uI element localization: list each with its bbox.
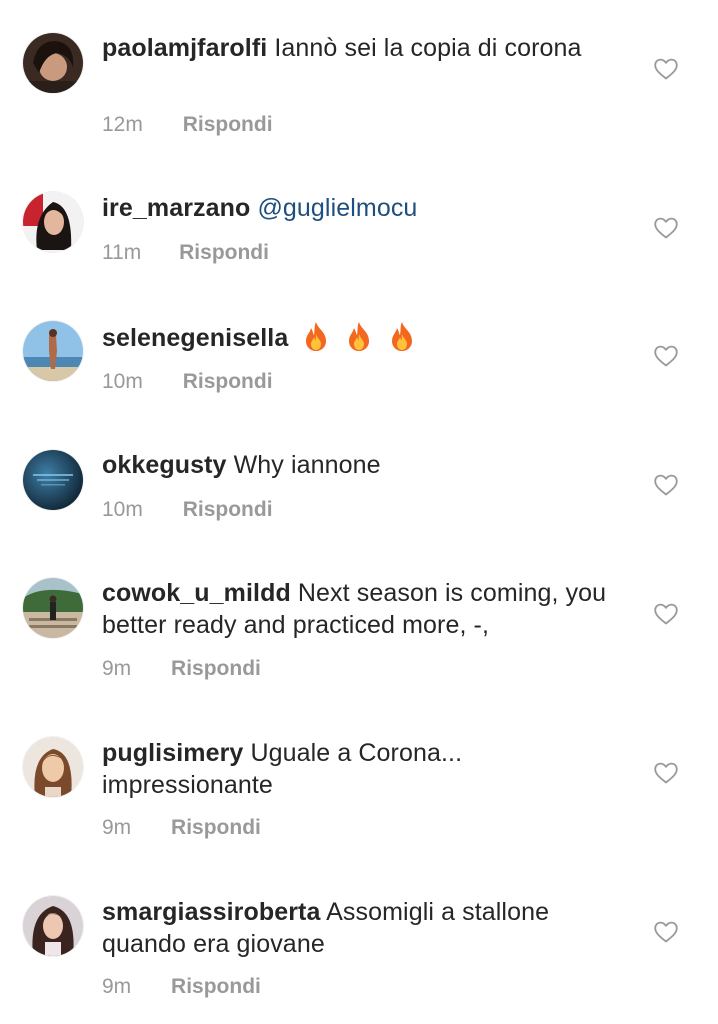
avatar-image bbox=[23, 192, 83, 252]
comment-text: ire_marzano @guglielmocu bbox=[102, 192, 622, 224]
heart-outline-icon[interactable] bbox=[653, 761, 679, 785]
comment-meta: 9m Rispondi bbox=[102, 815, 261, 841]
reply-button[interactable]: Rispondi bbox=[183, 497, 273, 523]
avatar[interactable] bbox=[23, 33, 83, 93]
comment-text: okkegusty Why iannone bbox=[102, 449, 622, 481]
comment-time: 10m bbox=[102, 498, 143, 521]
avatar-image bbox=[23, 321, 83, 381]
avatar[interactable] bbox=[23, 450, 83, 510]
comment-username[interactable]: smargiassiroberta bbox=[102, 898, 320, 926]
comment-text: puglisimery Uguale a Corona... impressio… bbox=[102, 737, 622, 801]
avatar[interactable] bbox=[23, 896, 83, 956]
heart-outline-icon[interactable] bbox=[653, 473, 679, 497]
comment-time: 11m bbox=[102, 241, 142, 264]
reply-button[interactable]: Rispondi bbox=[171, 974, 261, 1000]
comment-time: 9m bbox=[102, 816, 132, 839]
avatar[interactable] bbox=[23, 321, 83, 381]
avatar-image bbox=[23, 737, 83, 797]
comment-time: 9m bbox=[102, 657, 132, 680]
comment-username[interactable]: okkegusty bbox=[102, 451, 227, 479]
comment-time: 9m bbox=[102, 975, 132, 998]
comment-text: selenegenisella bbox=[102, 320, 622, 354]
comment-body: Iannò sei la copia di corona bbox=[274, 34, 582, 62]
heart-outline-icon[interactable] bbox=[653, 57, 679, 81]
comment-username[interactable]: selenegenisella bbox=[102, 324, 288, 352]
avatar[interactable] bbox=[23, 578, 83, 638]
reply-button[interactable]: Rispondi bbox=[179, 240, 269, 266]
comment-meta: 11m Rispondi bbox=[102, 240, 269, 266]
reply-button[interactable]: Rispondi bbox=[183, 369, 273, 395]
comment-list: paolamjfarolfi Iannò sei la copia di cor… bbox=[0, 0, 718, 1024]
avatar-image bbox=[23, 450, 83, 510]
avatar-image bbox=[23, 33, 83, 93]
fire-icon bbox=[387, 320, 417, 352]
comment-time: 12m bbox=[102, 113, 143, 136]
heart-outline-icon[interactable] bbox=[653, 920, 679, 944]
fire-icon bbox=[344, 320, 374, 352]
fire-icon bbox=[301, 320, 331, 352]
comment-meta: 10m Rispondi bbox=[102, 497, 273, 523]
comment-text: paolamjfarolfi Iannò sei la copia di cor… bbox=[102, 32, 622, 64]
avatar-image bbox=[23, 896, 83, 956]
comment-text: cowok_u_mildd Next season is coming, you… bbox=[102, 577, 622, 641]
avatar-image bbox=[23, 578, 83, 638]
avatar[interactable] bbox=[23, 192, 83, 252]
comment-username[interactable]: puglisimery bbox=[102, 739, 243, 767]
reply-button[interactable]: Rispondi bbox=[183, 112, 273, 138]
comment-meta: 9m Rispondi bbox=[102, 656, 261, 682]
comment-mention-link[interactable]: @guglielmocu bbox=[257, 194, 417, 222]
reply-button[interactable]: Rispondi bbox=[171, 656, 261, 682]
comment-body: Why iannone bbox=[233, 451, 381, 479]
heart-outline-icon[interactable] bbox=[653, 602, 679, 626]
comment-username[interactable]: paolamjfarolfi bbox=[102, 34, 267, 62]
reply-button[interactable]: Rispondi bbox=[171, 815, 261, 841]
heart-outline-icon[interactable] bbox=[653, 344, 679, 368]
comment-meta: 9m Rispondi bbox=[102, 974, 261, 1000]
heart-outline-icon[interactable] bbox=[653, 216, 679, 240]
comment-time: 10m bbox=[102, 370, 143, 393]
comment-username[interactable]: cowok_u_mildd bbox=[102, 579, 291, 607]
avatar[interactable] bbox=[23, 737, 83, 797]
comment-username[interactable]: ire_marzano bbox=[102, 194, 250, 222]
comment-meta: 12m Rispondi bbox=[102, 112, 273, 138]
comment-meta: 10m Rispondi bbox=[102, 369, 273, 395]
comment-text: smargiassiroberta Assomigli a stallone q… bbox=[102, 896, 622, 960]
